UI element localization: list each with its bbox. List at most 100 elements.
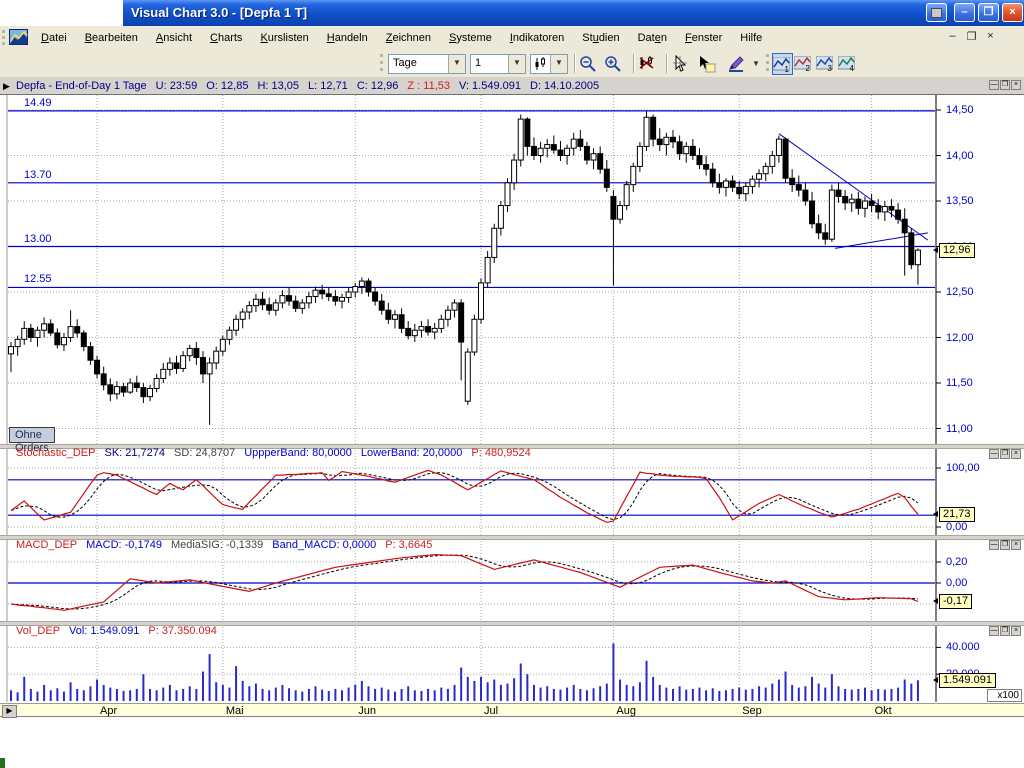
month-label-sep: Sep	[742, 705, 762, 717]
header-field: MACD_DEP	[16, 539, 77, 551]
panel-expand-icon[interactable]: ▶	[3, 81, 10, 92]
app-window: Visual Chart 3.0 - [Depfa 1 T] – ❐ × Dat…	[0, 0, 1024, 768]
close-icon[interactable]: ×	[1011, 540, 1021, 550]
menu-item-handeln[interactable]: Handeln	[318, 29, 377, 47]
mini-chart-icon: 4	[838, 56, 855, 72]
toolbar-separator	[666, 54, 668, 73]
stoch-value-tag: 21,73	[939, 507, 975, 522]
stoch-axis-tick: 100,00	[946, 462, 980, 474]
candlestick-type-icon	[534, 57, 548, 71]
menu-item-hilfe[interactable]: Hilfe	[731, 29, 771, 47]
minimize-icon[interactable]: —	[989, 626, 999, 636]
header-field: D: 14.10.2005	[530, 80, 599, 92]
minimize-button[interactable]: –	[954, 3, 975, 22]
header-field: H: 13,05	[257, 80, 299, 92]
toolbar-grip[interactable]	[380, 54, 386, 71]
restore-icon[interactable]: ❐	[1000, 626, 1010, 636]
price-panel-window-controls: —❐×	[989, 80, 1021, 90]
menu-item-studien[interactable]: Studien	[573, 29, 628, 47]
restore-icon[interactable]: ❐	[1000, 449, 1010, 459]
price-axis-tick: 14,50	[946, 104, 974, 116]
menu-items: DateiBearbeitenAnsichtChartsKurslistenHa…	[32, 26, 771, 49]
header-field: P: 37.350.094	[148, 625, 217, 637]
volume-scale-badge: x100	[987, 689, 1022, 702]
chart-panels-background	[0, 95, 1024, 703]
menu-grip[interactable]	[2, 30, 8, 45]
zoom-in-button[interactable]	[604, 53, 628, 75]
draw-tool-button[interactable]	[727, 53, 751, 75]
volume-header: Vol_DEPVol: 1.549.091P: 37.350.094	[16, 625, 217, 637]
macd-axis-tick: 0,20	[946, 556, 967, 568]
interval-combobox[interactable]: 1 ▼	[470, 54, 526, 74]
minimize-icon[interactable]: —	[989, 449, 999, 459]
header-field: C: 12,96	[357, 80, 399, 92]
menu-item-fenster[interactable]: Fenster	[676, 29, 731, 47]
restore-icon[interactable]: ❐	[1000, 540, 1010, 550]
price-level-label: 12.55	[24, 273, 52, 285]
month-label-mai: Mai	[226, 705, 244, 717]
month-label-jul: Jul	[484, 705, 498, 717]
minimize-icon[interactable]: —	[989, 80, 999, 90]
menu-item-systeme[interactable]: Systeme	[440, 29, 501, 47]
header-field: U: 23:59	[156, 80, 198, 92]
price-level-label: 14.49	[24, 97, 52, 109]
chevron-down-icon[interactable]: ▼	[508, 55, 525, 73]
close-button[interactable]: ×	[1002, 3, 1023, 22]
chart-window-button-1[interactable]: 1	[772, 53, 793, 75]
menu-item-ansicht[interactable]: Ansicht	[147, 29, 201, 47]
mdi-restore-icon[interactable]: ❐	[965, 30, 978, 43]
header-field: Depfa - End-of-Day 1 Tage	[16, 80, 147, 92]
mdi-close-icon[interactable]: ×	[984, 30, 997, 43]
time-axis: ▶ AprMaiJunJulAugSepOkt	[0, 703, 1024, 717]
stoch-panel-window-controls: —❐×	[989, 449, 1021, 459]
ohne-orders-button[interactable]: Ohne Orders	[9, 427, 55, 443]
mdi-minimize-icon[interactable]: –	[946, 30, 959, 43]
period-value: Tage	[393, 57, 417, 69]
chart-window-button-2[interactable]: 2	[794, 53, 815, 75]
volume-value-tag: 1.549.091	[939, 673, 996, 688]
menu-item-daten[interactable]: Daten	[629, 29, 676, 47]
app-chart-icon	[9, 29, 28, 46]
chart-type-combobox[interactable]: ▼	[530, 54, 568, 74]
header-field: SK: 21,7274	[104, 447, 165, 459]
window-title: Visual Chart 3.0 - [Depfa 1 T]	[131, 5, 307, 20]
period-combobox[interactable]: Tage ▼	[388, 54, 466, 74]
zoom-out-button[interactable]	[579, 53, 603, 75]
mdi-window-controls: –❐ ×	[946, 30, 997, 43]
pointer-note-tool-button[interactable]	[697, 53, 723, 75]
cursor-icon	[671, 55, 689, 73]
restore-icon[interactable]: ❐	[1000, 80, 1010, 90]
menu-bar: DateiBearbeitenAnsichtChartsKurslistenHa…	[0, 26, 1024, 50]
chart-window-button-4[interactable]: 4	[838, 53, 859, 75]
price-axis-tick: 12,00	[946, 332, 974, 344]
restore-button[interactable]: ❐	[978, 3, 999, 22]
chevron-down-icon[interactable]: ▼	[448, 55, 465, 73]
menu-item-bearbeiten[interactable]: Bearbeiten	[76, 29, 147, 47]
close-icon[interactable]: ×	[1011, 449, 1021, 459]
taskbar-green-square	[0, 758, 5, 768]
remove-indicator-button[interactable]	[638, 53, 662, 75]
vol-axis-tick: 40.000	[946, 641, 980, 653]
price-axis-tick: 13,50	[946, 195, 974, 207]
stochastic-header: Stochastic_DEPSK: 21,7274SD: 24,8707Uppp…	[16, 447, 531, 459]
close-icon[interactable]: ×	[1011, 80, 1021, 90]
menu-item-datei[interactable]: Datei	[32, 29, 76, 47]
header-field: L: 12,71	[308, 80, 348, 92]
pointer-tool-button[interactable]	[671, 53, 695, 75]
menu-item-zeichnen[interactable]: Zeichnen	[377, 29, 440, 47]
scroll-right-button[interactable]: ▶	[2, 705, 17, 718]
menu-item-charts[interactable]: Charts	[201, 29, 251, 47]
macd-axis-tick: 0,00	[946, 577, 967, 589]
minimize-icon[interactable]: —	[989, 540, 999, 550]
draw-tool-dropdown[interactable]: ▼	[750, 53, 762, 75]
restore-box-button[interactable]	[926, 3, 947, 22]
chevron-down-icon[interactable]: ▼	[550, 55, 567, 73]
chart-header-bar: ▶ Depfa - End-of-Day 1 TageU: 23:59O: 12…	[0, 78, 1024, 95]
volume-value-tag-arrow	[933, 677, 938, 683]
menu-item-kurslisten[interactable]: Kurslisten	[251, 29, 317, 47]
header-field: UppperBand: 80,0000	[244, 447, 352, 459]
close-icon[interactable]: ×	[1011, 626, 1021, 636]
chart-window-button-3[interactable]: 3	[816, 53, 837, 75]
menu-item-indikatoren[interactable]: Indikatoren	[501, 29, 573, 47]
month-label-aug: Aug	[616, 705, 636, 717]
